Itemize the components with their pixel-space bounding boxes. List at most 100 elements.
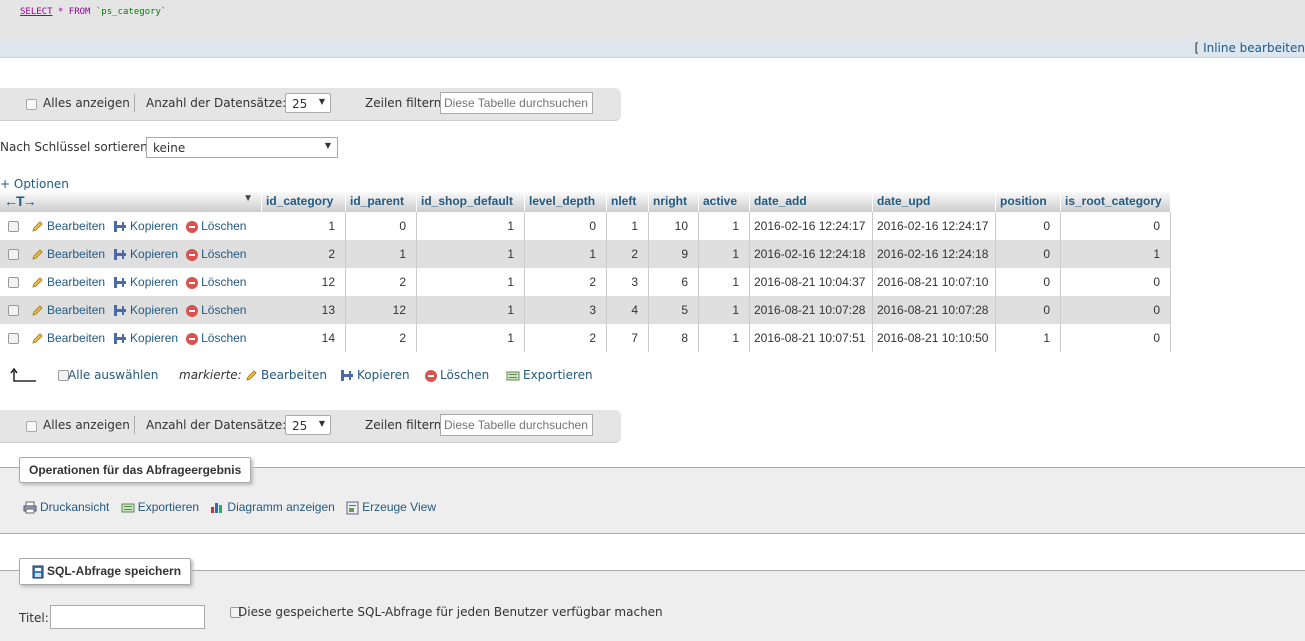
column-header-is-root-category[interactable]: is_root_category (1060, 190, 1171, 212)
create-view-button[interactable]: Erzeuge View (346, 500, 436, 515)
table-cell-date-add[interactable]: 2016-02-16 12:24:17 (749, 212, 873, 240)
print-view-button[interactable]: Druckansicht (23, 500, 113, 514)
table-cell-id-category[interactable]: 13 (261, 296, 346, 324)
table-cell-active[interactable]: 1 (698, 212, 750, 240)
table-cell-id-shop-default[interactable]: 1 (416, 268, 525, 296)
filter-rows-input[interactable] (444, 94, 590, 112)
filter-rows-input[interactable] (444, 416, 590, 434)
title-input[interactable] (50, 605, 205, 629)
export-button[interactable]: Exportieren (121, 500, 203, 514)
table-cell-level-depth[interactable]: 0 (524, 212, 607, 240)
bulk-export-button[interactable]: Exportieren (506, 368, 593, 382)
copy-row-button[interactable]: Kopieren (113, 303, 178, 317)
table-cell-nright[interactable]: 9 (648, 240, 699, 268)
table-cell-id-category[interactable]: 1 (261, 212, 346, 240)
sort-by-key-select[interactable]: keine ▼ (146, 137, 338, 158)
table-cell-active[interactable]: 1 (698, 268, 750, 296)
display-chart-button[interactable]: Diagramm anzeigen (210, 500, 338, 514)
table-cell-position[interactable]: 1 (995, 324, 1061, 352)
delete-row-button[interactable]: Löschen (186, 331, 246, 345)
table-cell-nright[interactable]: 10 (648, 212, 699, 240)
table-cell-id-shop-default[interactable]: 1 (416, 212, 525, 240)
column-header-id-category[interactable]: id_category (261, 190, 346, 212)
column-header-nright[interactable]: nright (648, 190, 699, 212)
table-cell-date-upd[interactable]: 2016-08-21 10:07:10 (872, 268, 996, 296)
table-cell-level-depth[interactable]: 2 (524, 324, 607, 352)
table-cell-nright[interactable]: 5 (648, 296, 699, 324)
table-cell-id-parent[interactable]: 0 (345, 212, 417, 240)
options-link[interactable]: + Optionen (0, 177, 69, 191)
row-checkbox[interactable] (8, 332, 19, 344)
sql-query-box[interactable]: SELECT * FROM `ps_category` (0, 0, 1305, 40)
table-cell-date-add[interactable]: 2016-02-16 12:24:18 (749, 240, 873, 268)
filter-rows-box[interactable] (440, 92, 593, 114)
table-cell-id-shop-default[interactable]: 1 (416, 240, 525, 268)
table-cell-nleft[interactable]: 2 (606, 240, 649, 268)
copy-row-button[interactable]: Kopieren (113, 275, 178, 289)
table-cell-is-root-category[interactable]: 0 (1060, 268, 1171, 296)
bulk-delete-button[interactable]: Löschen (425, 368, 489, 382)
table-cell-is-root-category[interactable]: 0 (1060, 212, 1171, 240)
delete-row-button[interactable]: Löschen (186, 275, 246, 289)
table-cell-nleft[interactable]: 4 (606, 296, 649, 324)
row-checkbox[interactable] (8, 304, 19, 316)
row-checkbox[interactable] (8, 220, 19, 232)
edit-row-button[interactable]: Bearbeiten (31, 219, 105, 233)
column-header-date-upd[interactable]: date_upd (872, 190, 996, 212)
table-cell-id-category[interactable]: 2 (261, 240, 346, 268)
table-cell-id-category[interactable]: 12 (261, 268, 346, 296)
column-header-active[interactable]: active (698, 190, 750, 212)
table-cell-id-parent[interactable]: 2 (345, 324, 417, 352)
table-cell-position[interactable]: 0 (995, 212, 1061, 240)
table-cell-nright[interactable]: 6 (648, 268, 699, 296)
table-cell-position[interactable]: 0 (995, 268, 1061, 296)
copy-row-button[interactable]: Kopieren (113, 331, 178, 345)
column-header-id-parent[interactable]: id_parent (345, 190, 417, 212)
table-cell-is-root-category[interactable]: 1 (1060, 240, 1171, 268)
column-header-level-depth[interactable]: level_depth (524, 190, 607, 212)
table-cell-id-parent[interactable]: 1 (345, 240, 417, 268)
table-cell-date-upd[interactable]: 2016-08-21 10:10:50 (872, 324, 996, 352)
table-cell-level-depth[interactable]: 2 (524, 268, 607, 296)
table-cell-date-add[interactable]: 2016-08-21 10:07:51 (749, 324, 873, 352)
table-cell-position[interactable]: 0 (995, 240, 1061, 268)
bulk-copy-button[interactable]: Kopieren (340, 368, 410, 382)
table-cell-active[interactable]: 1 (698, 296, 750, 324)
table-cell-date-add[interactable]: 2016-08-21 10:07:28 (749, 296, 873, 324)
table-cell-id-shop-default[interactable]: 1 (416, 324, 525, 352)
sort-menu-icon[interactable]: ▼ (243, 193, 253, 204)
table-cell-id-shop-default[interactable]: 1 (416, 296, 525, 324)
show-all-checkbox[interactable] (26, 421, 37, 432)
show-all-label[interactable]: Alles anzeigen (43, 96, 130, 110)
edit-row-button[interactable]: Bearbeiten (31, 331, 105, 345)
row-checkbox[interactable] (8, 276, 19, 288)
row-checkbox[interactable] (8, 248, 19, 260)
table-cell-id-parent[interactable]: 12 (345, 296, 417, 324)
table-cell-date-upd[interactable]: 2016-02-16 12:24:18 (872, 240, 996, 268)
edit-row-button[interactable]: Bearbeiten (31, 247, 105, 261)
table-cell-position[interactable]: 0 (995, 296, 1061, 324)
table-cell-id-category[interactable]: 14 (261, 324, 346, 352)
table-cell-nleft[interactable]: 1 (606, 212, 649, 240)
table-cell-is-root-category[interactable]: 0 (1060, 324, 1171, 352)
column-header-position[interactable]: position (995, 190, 1061, 212)
table-cell-nright[interactable]: 8 (648, 324, 699, 352)
delete-row-button[interactable]: Löschen (186, 247, 246, 261)
table-cell-is-root-category[interactable]: 0 (1060, 296, 1171, 324)
table-cell-level-depth[interactable]: 3 (524, 296, 607, 324)
bulk-edit-button[interactable]: Bearbeiten (245, 368, 327, 382)
table-cell-date-upd[interactable]: 2016-08-21 10:07:28 (872, 296, 996, 324)
column-header-id-shop-default[interactable]: id_shop_default (416, 190, 525, 212)
rows-count-select[interactable]: 25 ▼ (285, 415, 331, 435)
delete-row-button[interactable]: Löschen (186, 219, 246, 233)
select-all-label[interactable]: Alle auswählen (68, 368, 158, 382)
show-all-checkbox[interactable] (26, 99, 37, 110)
delete-row-button[interactable]: Löschen (186, 303, 246, 317)
edit-row-button[interactable]: Bearbeiten (31, 275, 105, 289)
inline-edit-link[interactable]: Inline bearbeiten (1203, 41, 1305, 55)
copy-row-button[interactable]: Kopieren (113, 219, 178, 233)
show-all-label[interactable]: Alles anzeigen (43, 418, 130, 432)
column-arrows-icon[interactable]: ←T→ (4, 193, 37, 209)
table-cell-active[interactable]: 1 (698, 324, 750, 352)
table-cell-active[interactable]: 1 (698, 240, 750, 268)
